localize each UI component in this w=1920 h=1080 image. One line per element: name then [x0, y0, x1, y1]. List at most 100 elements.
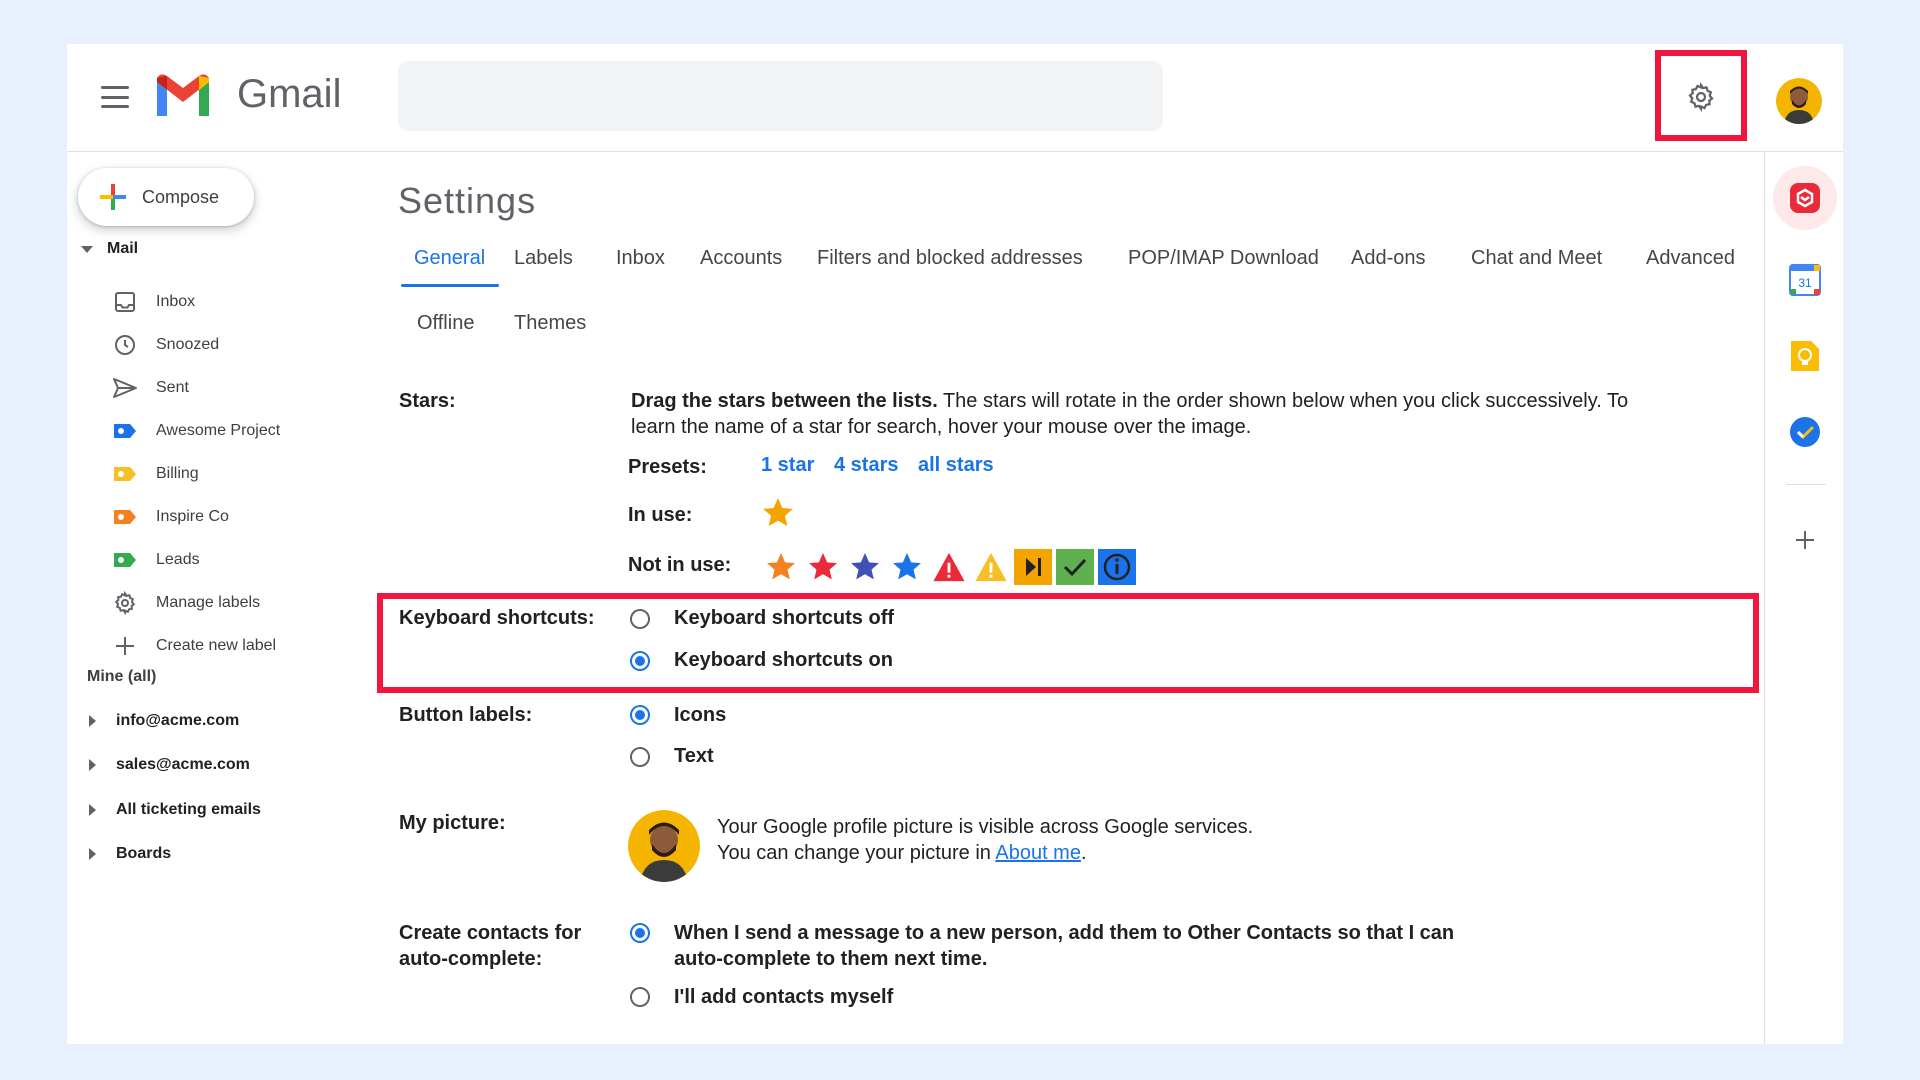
- keyboard-shortcuts-off-label[interactable]: Keyboard shortcuts off: [674, 605, 894, 631]
- in-use-label: In use:: [628, 504, 693, 526]
- my-picture-label: My picture:: [399, 812, 506, 834]
- chevron-right-icon: [89, 715, 96, 727]
- stars-label: Stars:: [399, 390, 456, 412]
- tab-add-ons[interactable]: Add-ons: [1351, 247, 1426, 270]
- contacts-auto-add-line1: When I send a message to a new person, a…: [674, 922, 1455, 944]
- send-icon: [112, 375, 138, 401]
- tasks-icon[interactable]: [1787, 414, 1823, 450]
- account-label: sales@acme.com: [116, 756, 250, 773]
- sidebar-item-awesome-project[interactable]: Awesome Project: [112, 416, 280, 446]
- stars-description-line2: learn the name of a star for search, hov…: [631, 416, 1252, 438]
- gmail-logo-icon[interactable]: [153, 72, 213, 120]
- compose-button[interactable]: Compose: [78, 168, 254, 226]
- inbox-icon: [112, 289, 138, 315]
- preset-4-stars-link[interactable]: 4 stars: [834, 454, 899, 477]
- contacts-auto-add-line2: auto-complete to them next time.: [674, 948, 988, 970]
- button-labels-icons-label[interactable]: Icons: [674, 702, 726, 728]
- account-avatar[interactable]: [1776, 78, 1822, 124]
- contacts-manual-radio[interactable]: [630, 987, 650, 1007]
- my-picture-line2-suffix: .: [1080, 842, 1087, 864]
- red-bang-icon[interactable]: [928, 548, 970, 586]
- star-red-icon[interactable]: [802, 548, 844, 586]
- tab-inbox[interactable]: Inbox: [616, 247, 665, 270]
- compose-label: Compose: [142, 186, 220, 207]
- add-addon-plus-icon[interactable]: [1787, 522, 1823, 558]
- not-in-use-label: Not in use:: [628, 554, 732, 576]
- calendar-day-text: 31: [1798, 276, 1812, 290]
- main-menu-icon[interactable]: [101, 86, 129, 108]
- contacts-auto-add-radio[interactable]: [630, 923, 650, 943]
- tab-filters[interactable]: Filters and blocked addresses: [817, 247, 1083, 270]
- stars-description-bold: Drag the stars between the lists.: [631, 390, 938, 412]
- sidebar-account-boards[interactable]: Boards: [89, 845, 171, 863]
- keyboard-shortcuts-on-radio[interactable]: [630, 651, 650, 671]
- profile-picture[interactable]: [628, 810, 700, 882]
- account-label: All ticketing emails: [116, 801, 261, 818]
- keyboard-shortcuts-off-radio[interactable]: [630, 609, 650, 629]
- sidebar-item-sent[interactable]: Sent: [112, 373, 189, 403]
- button-labels-icons-radio[interactable]: [630, 705, 650, 725]
- sidebar-account-sales[interactable]: sales@acme.com: [89, 756, 250, 774]
- keep-icon[interactable]: [1787, 338, 1823, 374]
- star-orange-icon[interactable]: [761, 496, 795, 530]
- settings-highlight-box: [1655, 50, 1747, 141]
- sidebar-item-label: Inbox: [156, 293, 196, 310]
- gmail-app: Gmail Compose Mail Inbox Snoozed Sent Aw…: [67, 44, 1843, 1044]
- sidebar-item-label: Inspire Co: [156, 508, 229, 525]
- star-purple-icon[interactable]: [844, 548, 886, 586]
- hiver-addon-icon[interactable]: [1773, 166, 1837, 230]
- about-me-link[interactable]: About me: [995, 842, 1081, 864]
- tab-chat-meet[interactable]: Chat and Meet: [1471, 247, 1602, 270]
- chevron-right-icon: [89, 759, 96, 771]
- sidebar-item-label: Manage labels: [156, 594, 261, 611]
- tab-advanced[interactable]: Advanced: [1646, 247, 1735, 270]
- sidebar-item-label: Sent: [156, 379, 189, 396]
- sidebar-item-snoozed[interactable]: Snoozed: [112, 330, 219, 360]
- tab-offline[interactable]: Offline: [417, 312, 474, 335]
- yellow-bang-icon[interactable]: [970, 548, 1012, 586]
- tab-general[interactable]: General: [414, 247, 485, 270]
- calendar-icon[interactable]: 31: [1787, 262, 1823, 298]
- create-contacts-label: Create contacts for auto-complete:: [399, 920, 581, 972]
- button-labels-text-label[interactable]: Text: [674, 743, 714, 769]
- tab-themes[interactable]: Themes: [514, 312, 586, 335]
- my-picture-description: Your Google profile picture is visible a…: [717, 814, 1253, 866]
- tab-pop-imap[interactable]: POP/IMAP Download: [1128, 247, 1319, 270]
- green-check-icon[interactable]: [1054, 548, 1096, 586]
- mine-all-heading: Mine (all): [87, 668, 157, 685]
- sidebar-item-inbox[interactable]: Inbox: [112, 287, 195, 317]
- account-label: info@acme.com: [116, 712, 240, 729]
- sidebar-item-billing[interactable]: Billing: [112, 459, 199, 489]
- contacts-auto-add-label[interactable]: When I send a message to a new person, a…: [674, 920, 1454, 972]
- not-in-use-star-list: [760, 548, 1138, 586]
- search-input[interactable]: [398, 61, 1163, 131]
- sidebar-item-inspire-co[interactable]: Inspire Co: [112, 502, 229, 532]
- sidebar-item-label: Create new label: [156, 637, 277, 654]
- tab-accounts[interactable]: Accounts: [700, 247, 782, 270]
- star-blue-icon[interactable]: [886, 548, 928, 586]
- active-tab-indicator: [401, 284, 499, 287]
- sidebar-account-ticketing[interactable]: All ticketing emails: [89, 801, 261, 819]
- gear-icon: [112, 590, 138, 616]
- preset-all-stars-link[interactable]: all stars: [918, 454, 994, 477]
- stars-description-line1: The stars will rotate in the order shown…: [937, 390, 1629, 412]
- orange-guillemet-icon[interactable]: [1012, 548, 1054, 586]
- sidebar-item-leads[interactable]: Leads: [112, 545, 200, 575]
- sidebar-account-info[interactable]: info@acme.com: [89, 712, 239, 730]
- create-contacts-label-line2: auto-complete:: [399, 948, 543, 970]
- tab-labels[interactable]: Labels: [514, 247, 573, 270]
- label-tag-icon: [112, 418, 138, 444]
- sidebar-item-create-new-label[interactable]: Create new label: [112, 631, 276, 661]
- sidebar-item-manage-labels[interactable]: Manage labels: [112, 588, 260, 618]
- button-labels-text-radio[interactable]: [630, 747, 650, 767]
- sidebar-item-label: Billing: [156, 465, 199, 482]
- blue-info-icon[interactable]: [1096, 548, 1138, 586]
- keyboard-shortcuts-on-label[interactable]: Keyboard shortcuts on: [674, 647, 893, 673]
- label-tag-icon: [112, 547, 138, 573]
- preset-1-star-link[interactable]: 1 star: [761, 454, 814, 477]
- star-orange-icon[interactable]: [760, 548, 802, 586]
- my-picture-line1: Your Google profile picture is visible a…: [717, 816, 1254, 838]
- mail-section-toggle[interactable]: Mail: [81, 240, 138, 258]
- chevron-right-icon: [89, 804, 96, 816]
- contacts-manual-label[interactable]: I'll add contacts myself: [674, 984, 893, 1010]
